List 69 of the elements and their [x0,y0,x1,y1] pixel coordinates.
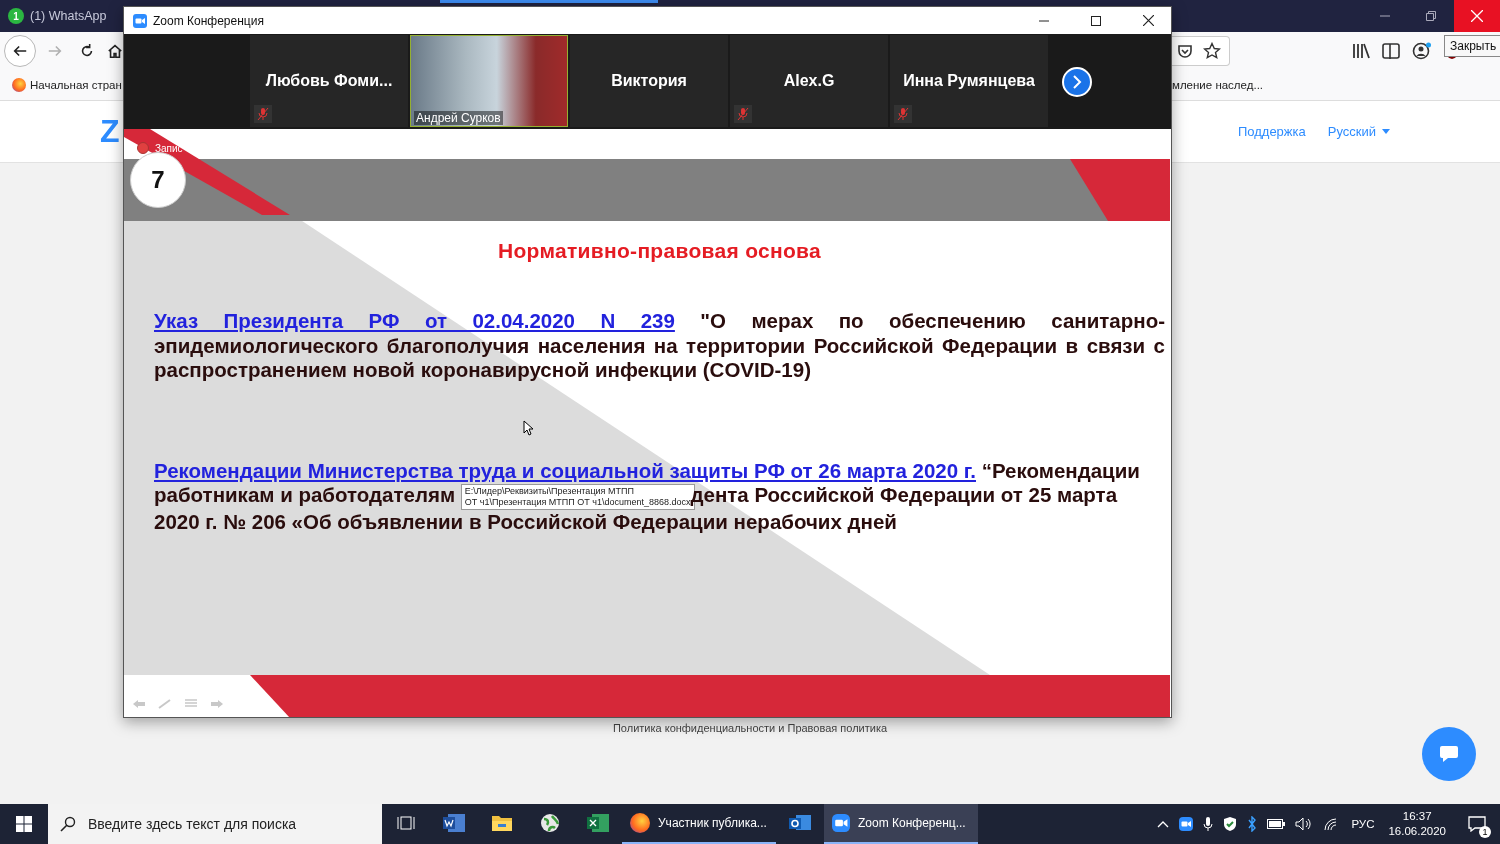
taskbar-app[interactable]: Zoom Конференц... [824,804,978,844]
close-icon [1142,15,1154,26]
chevron-up-icon[interactable] [1157,820,1170,828]
maximize-icon [1091,15,1101,26]
spreadsheet-app-icon [586,813,610,833]
back-icon [12,43,28,59]
chat-button[interactable] [1422,727,1476,781]
volume-icon[interactable] [1295,817,1314,831]
reload-icon [79,43,95,59]
browser-tab[interactable]: 1 (1) WhatsApp [0,0,115,32]
caret-icon [1382,129,1390,134]
window-title: Zoom Конференция [153,13,264,28]
battery-icon[interactable] [1267,819,1286,829]
bluetooth-icon[interactable] [1247,816,1258,832]
footer-link[interactable]: Политика конфиденциальности и Правовая политика [612,722,888,734]
mouse-pointer-icon [523,420,534,436]
participant-name: Alex.G [783,72,835,90]
participant-tile[interactable]: Alex.G [730,35,888,127]
browser-logo-icon [630,813,650,833]
language-indicator[interactable]: РУС [1351,818,1375,830]
windows-logo-icon [16,816,32,832]
microphone-icon[interactable] [1203,816,1214,832]
bookmark-item[interactable]: мление наслед... [1172,79,1488,91]
account-icon[interactable] [1412,42,1432,60]
folder-icon [491,814,513,832]
pocket-icon[interactable] [1177,43,1193,59]
participant-tile[interactable]: Любовь Фоми... [250,35,408,127]
participant-name: Любовь Фоми... [265,72,393,90]
slide-paragraph: Указ Президента РФ от 02.04.2020 N 239 "О мерах по обеспечению санитарно-эпидемиологического благополучия населения на территории Российской Федерации в связи с распространением новой коронавирусной инфекции (COVID-19) [154,309,1165,383]
search-icon [60,816,76,832]
browser-logo-icon [12,78,26,92]
star-icon[interactable] [1203,42,1221,60]
document-link[interactable]: Рекомендации Министерства труда и социальной защиты РФ от 26 марта 2020 г. [154,458,976,482]
participant-name: Виктория [611,72,687,90]
next-page-button[interactable] [1062,67,1092,97]
participant-name: Андрей Сурков [414,111,503,125]
document-link[interactable]: Указ Президента РФ от 02.04.2020 N 239 [154,309,675,332]
task-view-icon [397,815,415,831]
document-app-icon [442,813,466,833]
mail-app-icon [788,813,812,833]
forward-icon [47,43,63,59]
taskbar-app[interactable]: Участник публика... [622,804,776,844]
minimize-icon [1039,19,1049,22]
participant-tile[interactable]: Инна Румянцева [890,35,1048,127]
close-icon [1471,10,1483,22]
search-box[interactable]: Введите здесь текст для поиска [48,804,382,844]
chevron-right-icon [1072,75,1082,89]
participant-tile[interactable]: Виктория [570,35,728,127]
address-bar[interactable] [1172,36,1230,66]
chat-app-icon: 1 [8,8,24,24]
chat-bubble-icon [1439,745,1459,763]
participant-video[interactable]: Андрей Сурков [410,35,568,127]
globe-icon [540,813,560,833]
sidebar-icon[interactable] [1382,43,1400,59]
notifications-button[interactable]: 1 [1460,807,1494,841]
search-input[interactable]: Введите здесь текст для поиска [86,815,370,833]
minimize-icon [1380,15,1390,17]
shield-icon[interactable] [1223,816,1238,832]
slide-title: Нормативно-правовая основа [497,239,822,263]
clock[interactable]: 16:37 16.06.2020 [1384,809,1450,839]
video-app-icon[interactable] [1179,817,1194,831]
bookmark-item[interactable]: Начальная стран [12,78,122,92]
restore-icon [1426,11,1436,21]
video-app-icon [832,814,850,832]
library-icon[interactable] [1352,43,1370,59]
close-tooltip: Закрыть [1444,35,1500,57]
participant-name: Инна Румянцева [903,72,1035,90]
back-button[interactable] [4,35,36,67]
video-app-icon [133,13,147,28]
